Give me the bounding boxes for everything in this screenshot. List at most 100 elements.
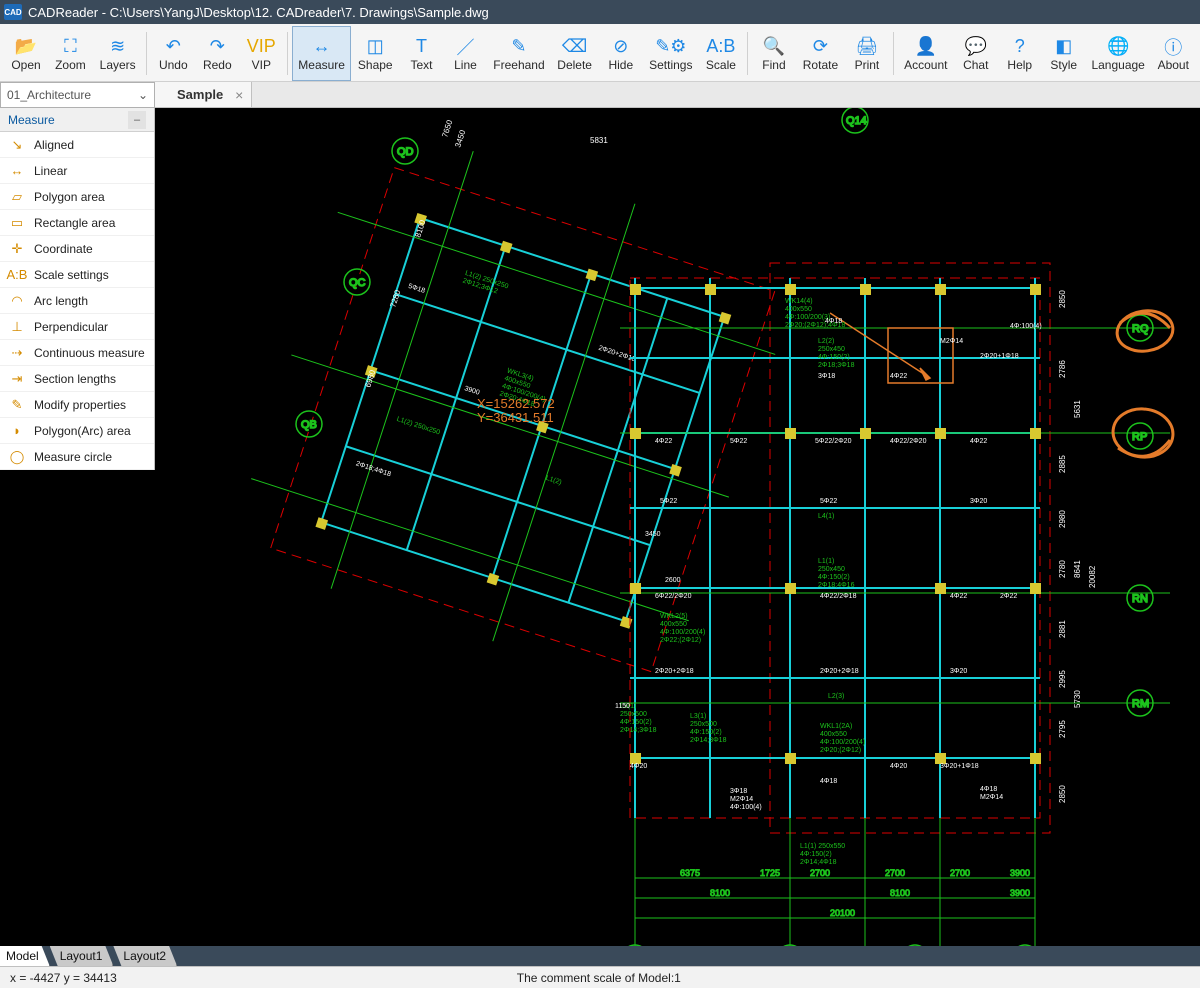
style-icon: ◧ — [1053, 36, 1075, 58]
measure-item-label: Continuous measure — [34, 346, 145, 360]
tool-line[interactable]: ／Line — [443, 26, 487, 81]
measure-item-label: Scale settings — [34, 268, 109, 282]
svg-text:2795: 2795 — [1058, 720, 1067, 738]
svg-text:L2(2): L2(2) — [818, 338, 834, 345]
svg-text:4Φ18: 4Φ18 — [820, 778, 837, 785]
svg-text:2Φ20+2Φ18: 2Φ20+2Φ18 — [655, 668, 694, 675]
rotate-icon: ⟳ — [809, 36, 831, 58]
close-tab-icon[interactable]: × — [235, 87, 243, 103]
tool-style[interactable]: ◧Style — [1042, 26, 1086, 81]
scale-icon: A:B — [710, 36, 732, 58]
svg-text:3450: 3450 — [453, 128, 467, 148]
print-icon: 🖨 — [856, 36, 878, 58]
svg-text:8100: 8100 — [890, 888, 910, 898]
svg-text:7280: 7280 — [388, 288, 402, 308]
tool-chat[interactable]: 💬Chat — [954, 26, 998, 81]
tool-label: Line — [454, 58, 477, 72]
svg-text:2Φ20+1Φ18: 2Φ20+1Φ18 — [980, 353, 1019, 360]
tool-label: Redo — [203, 58, 232, 72]
svg-text:2Φ18;4Φ16: 2Φ18;4Φ16 — [818, 582, 855, 589]
svg-text:L1(1): L1(1) — [818, 558, 834, 565]
svg-text:400x550: 400x550 — [660, 621, 687, 628]
svg-text:3450: 3450 — [645, 531, 661, 538]
document-tab[interactable]: Sample × — [155, 82, 252, 107]
tool-delete[interactable]: ⌫Delete — [550, 26, 598, 81]
measure-item-continuous-measure[interactable]: ⇢ Continuous measure — [0, 340, 154, 366]
shape-icon: ◫ — [364, 36, 386, 58]
measure-item-linear[interactable]: ↔Linear — [0, 158, 154, 184]
delete-icon: ⌫ — [564, 36, 586, 58]
svg-text:20100: 20100 — [830, 908, 855, 918]
measure-item-section-lengths[interactable]: ⇥Section lengths — [0, 366, 154, 392]
svg-text:2Φ22;(2Φ12): 2Φ22;(2Φ12) — [660, 637, 701, 644]
svg-text:L2(3): L2(3) — [828, 693, 844, 700]
svg-text:L4(1): L4(1) — [818, 513, 834, 520]
line-icon: ／ — [454, 36, 476, 58]
layer-dropdown[interactable]: 01_Architecture ⌄ — [0, 82, 155, 108]
panel-collapse-icon[interactable]: – — [128, 111, 146, 129]
tool-zoom[interactable]: ⛶Zoom — [48, 26, 93, 81]
svg-text:2Φ14;4Φ18: 2Φ14;4Φ18 — [800, 859, 837, 866]
svg-text:2780: 2780 — [1058, 560, 1067, 578]
tool-label: Text — [410, 58, 432, 72]
svg-text:4Φ:100(4): 4Φ:100(4) — [730, 804, 762, 811]
svg-text:7650: 7650 — [440, 118, 454, 138]
hide-icon: ⊘ — [610, 36, 632, 58]
tool-layers[interactable]: ≋Layers — [93, 26, 143, 81]
measure-item-polygon-arc-area[interactable]: ◗Polygon(Arc) area — [0, 418, 154, 444]
measure-item-measure-circle[interactable]: ◯Measure circle — [0, 444, 154, 470]
measure-item-arc-length[interactable]: ◠Arc length — [0, 288, 154, 314]
tool-hide[interactable]: ⊘Hide — [599, 26, 643, 81]
measure-item-perpendicular[interactable]: ⊥Perpendicular — [0, 314, 154, 340]
tool-measure[interactable]: ↔Measure — [292, 26, 351, 81]
drawing-canvas[interactable]: L1(2) 250x2502Φ12;3Φ12 WKL3(4)400x550 4Φ… — [0, 108, 1200, 946]
freehand-icon: ✎ — [508, 36, 530, 58]
measure-item-scale-settings[interactable]: A:B Scale settings — [0, 262, 154, 288]
tool-undo[interactable]: ↶Undo — [151, 26, 195, 81]
svg-text:4Φ:150(2): 4Φ:150(2) — [690, 729, 722, 736]
svg-text:4Φ18: 4Φ18 — [980, 786, 997, 793]
tool-settings[interactable]: ✎⚙Settings — [643, 26, 699, 81]
tool-scale[interactable]: A:BScale — [699, 26, 743, 81]
tool-text[interactable]: TText — [399, 26, 443, 81]
tool-open[interactable]: 📂Open — [4, 26, 48, 81]
measure-item-aligned[interactable]: ↘Aligned — [0, 132, 154, 158]
tool-print[interactable]: 🖨Print — [845, 26, 889, 81]
measure-item-coordinate[interactable]: ✛Coordinate — [0, 236, 154, 262]
measure-panel: Measure – ↘Aligned↔Linear▱Polygon area▭R… — [0, 108, 155, 470]
measure-item-icon: ↔ — [8, 164, 26, 178]
layout-tab-model[interactable]: Model — [0, 946, 50, 966]
tool-find[interactable]: 🔍Find — [752, 26, 796, 81]
svg-text:QD: QD — [397, 146, 414, 158]
measure-item-icon: A:B — [8, 268, 26, 282]
svg-text:4Φ:150(2): 4Φ:150(2) — [800, 851, 832, 858]
svg-text:4Φ22/2Φ20: 4Φ22/2Φ20 — [890, 438, 927, 445]
cad-drawing: L1(2) 250x2502Φ12;3Φ12 WKL3(4)400x550 4Φ… — [0, 108, 1200, 946]
svg-text:1150: 1150 — [615, 703, 630, 710]
measure-item-rectangle-area[interactable]: ▭Rectangle area — [0, 210, 154, 236]
document-tab-label: Sample — [177, 87, 223, 102]
svg-text:4Φ22: 4Φ22 — [970, 438, 987, 445]
measure-item-icon: ⇢ — [8, 346, 26, 360]
tool-vip[interactable]: VIPVIP — [239, 26, 283, 81]
tool-label: Help — [1007, 58, 1032, 72]
svg-text:3900: 3900 — [1010, 868, 1030, 878]
measure-item-icon: ⇥ — [8, 372, 26, 386]
chat-icon: 💬 — [965, 36, 987, 58]
tool-account[interactable]: 👤Account — [898, 26, 954, 81]
tool-language[interactable]: 🌐Language — [1086, 26, 1151, 81]
svg-text:5Φ22: 5Φ22 — [660, 498, 677, 505]
tool-rotate[interactable]: ⟳Rotate — [796, 26, 845, 81]
tool-redo[interactable]: ↷Redo — [195, 26, 239, 81]
measure-item-modify-properties[interactable]: ✎Modify properties — [0, 392, 154, 418]
tool-freehand[interactable]: ✎Freehand — [487, 26, 550, 81]
layout-tab-layout2[interactable]: Layout2 — [113, 946, 177, 966]
svg-text:2786: 2786 — [1058, 360, 1067, 378]
tool-about[interactable]: ⓘAbout — [1151, 26, 1196, 81]
svg-text:4Φ20: 4Φ20 — [630, 763, 647, 770]
layout-tab-layout1[interactable]: Layout1 — [50, 946, 114, 966]
tool-shape[interactable]: ◫Shape — [351, 26, 399, 81]
tool-help[interactable]: ?Help — [998, 26, 1042, 81]
tool-label: Measure — [298, 58, 345, 72]
measure-item-polygon-area[interactable]: ▱Polygon area — [0, 184, 154, 210]
